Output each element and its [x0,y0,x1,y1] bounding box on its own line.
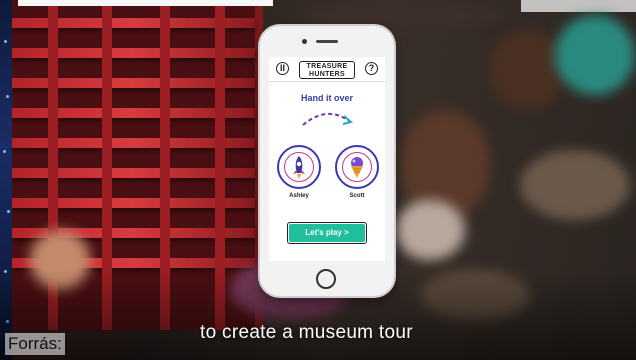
pause-icon: II [279,63,285,73]
child-head [490,30,565,110]
video-caption: to create a museum tour [200,322,413,343]
screen-title: Hand it over [300,93,353,103]
video-frame: II TREASURE HUNTERS ? Hand it over Ashle… [0,0,636,360]
source-label: Forrás: [5,333,65,355]
smartphone: II TREASURE HUNTERS ? Hand it over Ashle… [260,26,394,296]
player-name-from: Ashley [289,193,309,199]
rocket-icon [293,156,305,179]
child-shirt-teal [555,15,635,95]
app-header: II TREASURE HUNTERS ? [269,57,385,82]
front-camera [302,39,307,44]
lets-play-button[interactable]: Let's play > [287,222,367,244]
app-logo: TREASURE HUNTERS [299,61,355,79]
logo-line-2: HUNTERS [309,70,345,78]
help-icon: ? [368,63,375,73]
floor-patch [520,150,630,220]
player-name-to: Scott [349,193,365,199]
top-shadow [300,4,500,28]
ice-cream-icon [351,157,363,178]
dashed-arc-arrow-icon [302,113,354,126]
top-card-strip [18,0,273,6]
home-button[interactable] [316,269,336,289]
top-right-strip [521,0,636,12]
player-avatar-to[interactable] [335,145,379,189]
logo-line-1: TREASURE [306,63,348,70]
speaker-grille [316,40,338,43]
pause-button[interactable]: II [276,62,289,75]
child-shirt [395,200,465,260]
app-screen: II TREASURE HUNTERS ? Hand it over Ashle… [269,57,385,261]
player-avatar-from[interactable] [277,145,321,189]
help-button[interactable]: ? [365,62,378,75]
